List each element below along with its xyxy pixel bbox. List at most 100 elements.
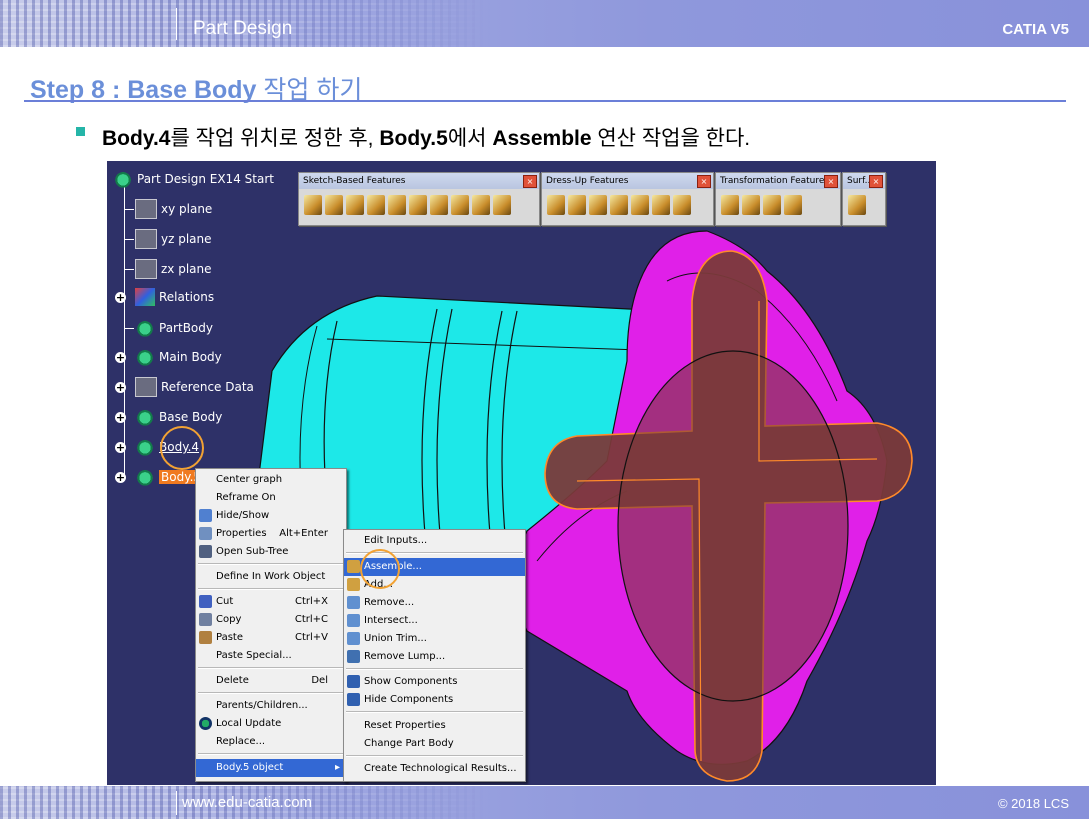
footer-website[interactable]: www.edu-catia.com — [182, 794, 312, 811]
context-menu: Center graph Reframe On Hide/Show Proper… — [195, 468, 347, 782]
submenu-union-trim[interactable]: Union Trim... — [344, 630, 525, 648]
header-product: CATIA V5 — [1002, 21, 1069, 38]
close-icon[interactable]: × — [523, 175, 537, 188]
expand-icon[interactable]: + — [115, 472, 126, 483]
thread-icon[interactable] — [652, 195, 670, 215]
menu-cut[interactable]: Cut Ctrl+X — [196, 593, 346, 611]
menu-label: Properties — [216, 528, 267, 539]
submenu-hide-components[interactable]: Hide Components — [344, 691, 525, 709]
expand-icon[interactable]: + — [115, 352, 126, 363]
toolbar-sketch-based: Sketch-Based Features × — [298, 172, 540, 226]
tree-item-base-body[interactable]: Base Body — [135, 407, 222, 427]
pocket-icon[interactable] — [325, 195, 343, 215]
menu-label: Parents/Children... — [216, 700, 308, 711]
tree-item-partbody[interactable]: PartBody — [135, 318, 213, 338]
remove-loft-icon[interactable] — [493, 195, 511, 215]
menu-label: Create Technological Results... — [364, 763, 517, 774]
tree-item-body5[interactable]: Body.5 — [135, 467, 204, 487]
geometrical-set-icon — [135, 377, 157, 397]
catia-screenshot: Part Design EX14 Start xy plane yz plane… — [107, 161, 936, 785]
tree-item-relations[interactable]: Relations — [135, 287, 214, 307]
groove-icon[interactable] — [367, 195, 385, 215]
remove-face-icon[interactable] — [673, 195, 691, 215]
menu-define-in-work-object[interactable]: Define In Work Object — [196, 568, 346, 586]
close-icon[interactable]: × — [869, 175, 883, 188]
copy-icon — [199, 613, 212, 626]
rib-icon[interactable] — [409, 195, 427, 215]
menu-shortcut: Ctrl+X — [294, 596, 328, 607]
tree-item-zx-plane[interactable]: zx plane — [135, 259, 212, 279]
scaling-icon[interactable] — [784, 195, 802, 215]
menu-separator — [198, 753, 344, 755]
pattern-icon[interactable] — [763, 195, 781, 215]
submenu-edit-inputs[interactable]: Edit Inputs... — [344, 532, 525, 550]
menu-label: Hide/Show — [216, 510, 270, 521]
translation-icon[interactable] — [721, 195, 739, 215]
expand-icon[interactable]: + — [115, 442, 126, 453]
tree-item-label: Main Body — [159, 350, 222, 364]
submenu-create-technological-results[interactable]: Create Technological Results... — [344, 760, 525, 778]
draft-icon[interactable] — [589, 195, 607, 215]
pad-icon[interactable] — [304, 195, 322, 215]
menu-delete[interactable]: Delete Del — [196, 672, 346, 690]
expand-icon[interactable]: + — [115, 292, 126, 303]
tree-item-yz-plane[interactable]: yz plane — [135, 229, 212, 249]
split-icon[interactable] — [848, 195, 866, 215]
properties-icon — [199, 527, 212, 540]
expand-icon[interactable]: + — [115, 412, 126, 423]
menu-reframe-on[interactable]: Reframe On — [196, 489, 346, 507]
menu-parents-children[interactable]: Parents/Children... — [196, 697, 346, 715]
shell-icon[interactable] — [610, 195, 628, 215]
close-icon[interactable]: × — [697, 175, 711, 188]
expand-icon[interactable]: + — [115, 382, 126, 393]
menu-local-update[interactable]: Local Update — [196, 715, 346, 733]
tree-item-label: yz plane — [161, 232, 212, 246]
fillet-icon[interactable] — [547, 195, 565, 215]
menu-label: Intersect... — [364, 615, 418, 626]
menu-properties[interactable]: Properties Alt+Enter — [196, 525, 346, 543]
body-icon — [135, 319, 155, 337]
submenu-show-components[interactable]: Show Components — [344, 673, 525, 691]
submenu-reset-properties[interactable]: Reset Properties — [344, 717, 525, 735]
tree-branch-line — [124, 269, 134, 270]
submenu-remove-lump[interactable]: Remove Lump... — [344, 648, 525, 666]
menu-label: Paste Special... — [216, 650, 292, 661]
tree-root[interactable]: Part Design EX14 Start — [113, 169, 274, 189]
instr-assemble: Assemble — [492, 127, 592, 150]
toolbar-title-text: Transformation Features — [720, 176, 830, 186]
plane-icon — [135, 199, 157, 219]
menu-replace[interactable]: Replace... — [196, 733, 346, 751]
shaft-icon[interactable] — [346, 195, 364, 215]
close-icon[interactable]: × — [824, 175, 838, 188]
menu-shortcut: Alt+Enter — [279, 528, 328, 539]
menu-label: Remove Lump... — [364, 651, 446, 662]
mirror-icon[interactable] — [742, 195, 760, 215]
menu-body5-object[interactable]: Body.5 object ▸ — [196, 759, 346, 777]
menu-copy[interactable]: Copy Ctrl+C — [196, 611, 346, 629]
menu-open-sub-tree[interactable]: Open Sub-Tree — [196, 543, 346, 561]
slot-icon[interactable] — [430, 195, 448, 215]
submenu-intersect[interactable]: Intersect... — [344, 612, 525, 630]
plane-icon — [135, 259, 157, 279]
remove-icon — [347, 596, 360, 609]
menu-center-graph[interactable]: Center graph — [196, 471, 346, 489]
menu-paste[interactable]: Paste Ctrl+V — [196, 629, 346, 647]
submenu-change-part-body[interactable]: Change Part Body — [344, 735, 525, 753]
menu-hide-show[interactable]: Hide/Show — [196, 507, 346, 525]
tree-item-main-body[interactable]: Main Body — [135, 347, 222, 367]
hole-icon[interactable] — [388, 195, 406, 215]
footer-copyright: © 2018 LCS — [997, 796, 1069, 811]
tree-item-xy-plane[interactable]: xy plane — [135, 199, 212, 219]
loft-icon[interactable] — [472, 195, 490, 215]
highlight-circle — [360, 549, 400, 589]
stiffener-icon[interactable] — [451, 195, 469, 215]
toolbar-dress-up: Dress-Up Features × — [541, 172, 714, 226]
thickness-icon[interactable] — [631, 195, 649, 215]
chamfer-icon[interactable] — [568, 195, 586, 215]
submenu-arrow-icon: ▸ — [334, 762, 340, 773]
body-icon — [135, 348, 155, 366]
tree-item-reference-data[interactable]: Reference Data — [135, 377, 254, 397]
menu-paste-special[interactable]: Paste Special... — [196, 647, 346, 665]
submenu-remove[interactable]: Remove... — [344, 594, 525, 612]
footer-separator — [176, 791, 177, 815]
